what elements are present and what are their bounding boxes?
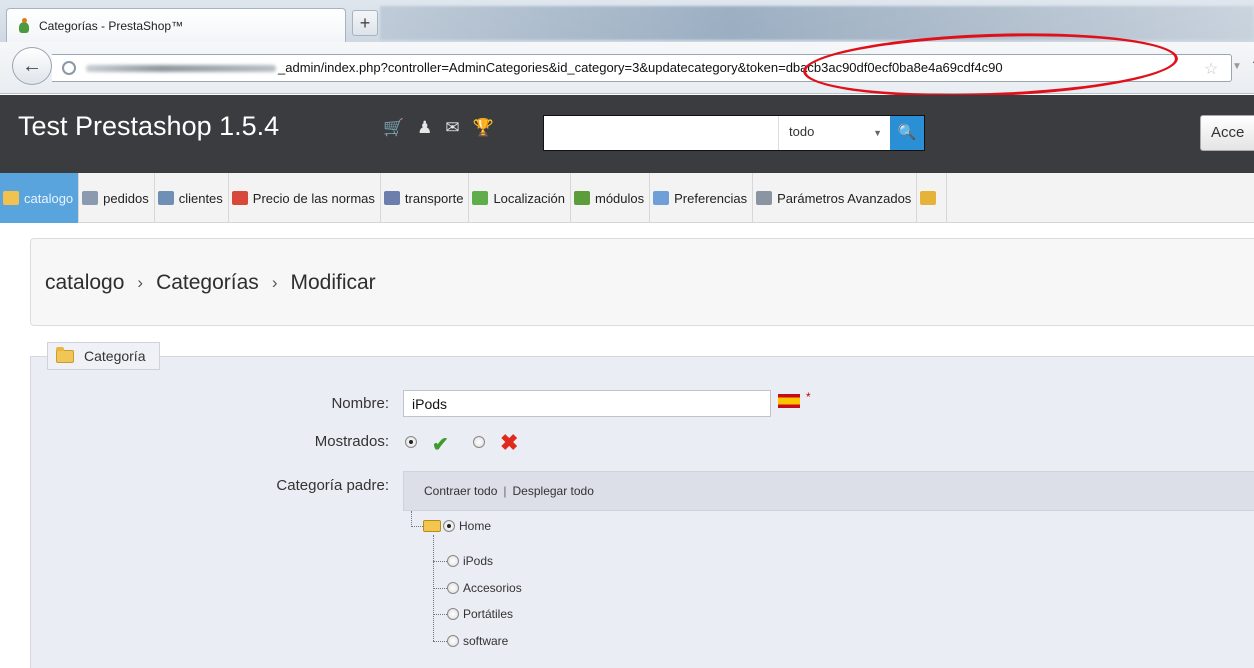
nombre-label: Nombre: xyxy=(331,395,389,412)
menu-item-overflow[interactable] xyxy=(917,173,948,223)
menu-item-precio[interactable]: Precio de las normas xyxy=(229,173,381,223)
breadcrumb-item-categorias[interactable]: Categorías xyxy=(156,271,259,295)
tree-connector xyxy=(411,511,412,527)
messages-icon[interactable]: ✉ xyxy=(445,118,459,138)
globe-icon xyxy=(472,191,489,205)
tree-radio-accesorios[interactable] xyxy=(447,582,459,594)
folder-icon xyxy=(56,346,74,363)
price-rule-icon xyxy=(231,191,248,205)
new-tab-button[interactable]: + xyxy=(352,10,378,36)
legend-text: Categoría xyxy=(84,348,146,364)
quick-access-icons: 🛒 ♟ ✉ 🏆 xyxy=(383,118,494,138)
tree-connector xyxy=(433,561,447,562)
search-input[interactable] xyxy=(546,118,776,148)
prestashop-favicon-icon xyxy=(17,17,31,34)
redacted-domain xyxy=(86,65,276,72)
menu-item-localizacion[interactable]: Localización xyxy=(469,173,571,223)
chevron-down-icon: ▼ xyxy=(873,128,882,138)
checkmark-icon: ✔ xyxy=(432,434,449,456)
tree-connector xyxy=(433,588,447,589)
tree-node-software[interactable]: software xyxy=(447,634,508,648)
tree-connector xyxy=(411,526,423,527)
tree-radio-software[interactable] xyxy=(447,635,459,647)
fieldset-legend: Categoría xyxy=(47,342,161,370)
toolbar-separator: | xyxy=(503,484,507,498)
tree-radio-ipods[interactable] xyxy=(447,555,459,567)
mostrados-no-radio[interactable] xyxy=(473,436,485,448)
customers-icon[interactable]: ♟ xyxy=(417,118,432,138)
mostrados-label: Mostrados: xyxy=(314,433,389,450)
url-dropdown-icon[interactable]: ▼ xyxy=(1232,61,1242,72)
search-scope-value: todo xyxy=(789,124,815,139)
tree-radio-home[interactable] xyxy=(443,520,455,532)
wrench-icon xyxy=(756,191,773,205)
cross-icon: ✖ xyxy=(500,430,519,455)
access-button[interactable]: Acce xyxy=(1200,115,1254,151)
breadcrumb-separator: › xyxy=(271,273,278,292)
admin-header: Test Prestashop 1.5.4 🛒 ♟ ✉ 🏆 todo ▼ 🔍 A… xyxy=(0,95,1254,173)
tree-connector xyxy=(433,641,447,642)
tab-title: Categorías - PrestaShop™ xyxy=(39,18,184,33)
menu-item-modulos[interactable]: módulos xyxy=(571,173,651,223)
tree-radio-portatiles[interactable] xyxy=(447,608,459,620)
breadcrumb-item-catalogo[interactable]: catalogo xyxy=(45,271,124,295)
browser-tab-strip: Categorías - PrestaShop™ + xyxy=(0,0,1254,42)
truck-icon xyxy=(383,191,400,205)
tree-toolbar: Contraer todo | Desplegar todo xyxy=(403,471,1254,511)
browser-navigation-bar: ← _admin/index.php?controller=AdminCateg… xyxy=(0,42,1254,94)
folder-icon xyxy=(3,191,19,205)
cart-icon xyxy=(82,191,99,205)
menu-item-catalogo[interactable]: catalogo xyxy=(0,173,80,223)
parent-category-label: Categoría padre: xyxy=(276,477,389,494)
header-search: todo ▼ 🔍 xyxy=(543,115,925,151)
breadcrumb-panel: catalogo › Categorías › Modificar xyxy=(30,238,1254,326)
spanish-flag-icon[interactable] xyxy=(778,394,800,408)
breadcrumb: catalogo › Categorías › Modificar xyxy=(45,271,376,295)
key-icon xyxy=(920,191,937,205)
bookmark-star-icon[interactable]: ☆ xyxy=(1204,59,1218,79)
user-icon xyxy=(157,191,174,205)
browser-tab[interactable]: Categorías - PrestaShop™ xyxy=(6,8,346,42)
tree-node-home[interactable]: Home xyxy=(423,519,491,533)
search-scope-select[interactable]: todo ▼ xyxy=(778,116,890,150)
tree-node-portatiles[interactable]: Portátiles xyxy=(447,607,513,621)
category-tree: Home iPods Accesorios Portátiles softwar… xyxy=(403,511,1254,668)
menu-item-parametros[interactable]: Parámetros Avanzados xyxy=(753,173,918,223)
url-text: _admin/index.php?controller=AdminCategor… xyxy=(278,60,1003,75)
tree-node-accesorios[interactable]: Accesorios xyxy=(447,581,522,595)
nombre-input[interactable] xyxy=(403,390,771,417)
collapse-all-link[interactable]: Contraer todo xyxy=(424,484,497,498)
search-icon[interactable]: 🔍 xyxy=(890,116,924,150)
breadcrumb-item-modificar: Modificar xyxy=(290,271,376,294)
puzzle-icon xyxy=(574,191,590,205)
globe-icon xyxy=(62,61,76,75)
back-arrow-icon[interactable]: ← xyxy=(12,47,52,85)
breadcrumb-separator: › xyxy=(137,273,144,292)
tree-node-ipods[interactable]: iPods xyxy=(447,554,493,568)
blurred-background xyxy=(380,6,1254,40)
preferences-icon xyxy=(653,191,670,205)
tree-connector xyxy=(433,614,447,615)
menu-item-preferencias[interactable]: Preferencias xyxy=(650,173,754,223)
menu-item-clientes[interactable]: clientes xyxy=(155,173,229,223)
cart-icon[interactable]: 🛒 xyxy=(383,118,404,138)
shop-name[interactable]: Test Prestashop 1.5.4 xyxy=(18,111,279,142)
mostrados-yes-radio[interactable] xyxy=(405,436,417,448)
menu-item-pedidos[interactable]: pedidos xyxy=(79,173,155,223)
address-bar[interactable]: _admin/index.php?controller=AdminCategor… xyxy=(52,54,1254,82)
main-menu: catalogo pedidos clientes Precio de las … xyxy=(0,173,1254,223)
menu-item-transporte[interactable]: transporte xyxy=(381,173,470,223)
open-folder-icon xyxy=(423,520,441,532)
required-mark: * xyxy=(806,390,811,404)
trophy-icon[interactable]: 🏆 xyxy=(473,118,494,138)
expand-all-link[interactable]: Desplegar todo xyxy=(513,484,594,498)
